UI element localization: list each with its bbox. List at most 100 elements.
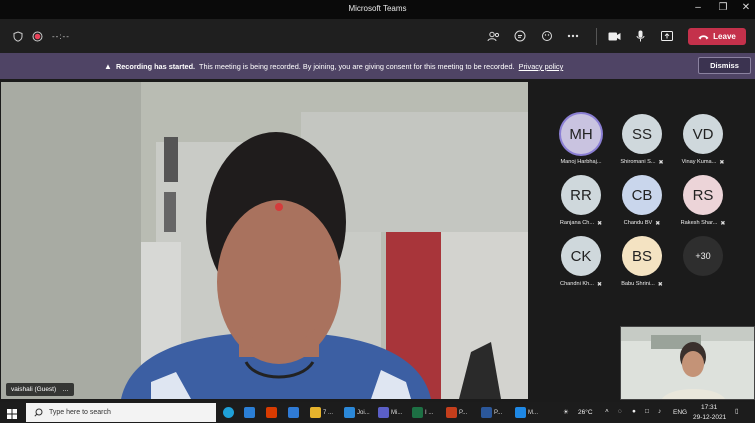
- microphone-icon[interactable]: [630, 19, 650, 53]
- meet-now-icon[interactable]: □: [645, 408, 649, 415]
- participant-label: Rakesh Shar... ✖: [673, 220, 733, 227]
- more-icon[interactable]: …: [62, 386, 69, 393]
- mic-muted-icon: ✖: [720, 221, 726, 227]
- app-label: P...: [459, 409, 468, 416]
- app-label: 7 ...: [323, 409, 334, 416]
- participants-icon[interactable]: [483, 19, 503, 53]
- participant-avatar: BS: [622, 236, 662, 276]
- self-view-video[interactable]: [620, 326, 755, 400]
- start-button[interactable]: [7, 407, 17, 420]
- taskbar-app-button[interactable]: 7 ...: [310, 406, 333, 419]
- leave-label: Leave: [713, 32, 736, 41]
- app-icon: [344, 407, 355, 418]
- participant-tile[interactable]: RR Ranjana Ch... ✖: [551, 175, 611, 227]
- participant-name: Ranjana Ch...: [559, 220, 595, 226]
- taskbar-app-button[interactable]: P...: [446, 406, 467, 419]
- volume-icon[interactable]: ♪: [658, 408, 661, 415]
- participant-name: Vinay Kuma...: [681, 159, 717, 165]
- share-screen-icon[interactable]: [657, 19, 677, 53]
- banner-text: This meeting is being recorded. By joini…: [199, 62, 515, 71]
- app-icon: [446, 407, 457, 418]
- windows-taskbar: Type here to search 7 ... Joi... Mi... I ..…: [0, 402, 755, 423]
- weather-temp[interactable]: 26°C: [578, 409, 593, 416]
- participant-name: Chandni Kh...: [560, 281, 594, 287]
- mail-icon[interactable]: [244, 406, 255, 419]
- store-icon[interactable]: [288, 406, 299, 419]
- warning-icon: ▲: [104, 62, 112, 71]
- chevron-up-icon[interactable]: ˄: [605, 408, 609, 415]
- edge-icon[interactable]: [223, 406, 234, 419]
- chat-icon[interactable]: [510, 19, 530, 53]
- taskbar-app-button[interactable]: I ...: [412, 406, 433, 419]
- toolbar-divider: [596, 28, 597, 45]
- participant-label: Chandni Kh... ✖: [551, 281, 611, 288]
- app-icon: [412, 407, 423, 418]
- participant-avatar: MH: [561, 114, 601, 154]
- participant-name: Shiromani S...: [620, 159, 656, 165]
- app-label: I ...: [425, 409, 434, 416]
- participant-label: Vinay Kuma... ✖: [673, 159, 733, 166]
- more-options-icon[interactable]: [563, 19, 583, 53]
- shield-icon: [8, 19, 28, 53]
- mic-muted-icon: ✖: [658, 160, 664, 166]
- app-label: Joi...: [357, 409, 370, 416]
- clock-date[interactable]: 29-12-2021: [693, 414, 726, 421]
- search-icon: [34, 408, 43, 417]
- participant-name: Chandu BV: [623, 220, 653, 226]
- participant-tile[interactable]: RS Rakesh Shar... ✖: [673, 175, 733, 227]
- maximize-icon[interactable]: ❐: [715, 2, 731, 13]
- app-label: Mi...: [391, 409, 403, 416]
- participant-name-tag: vaishali (Guest) …: [6, 383, 74, 396]
- app-icon: [378, 407, 389, 418]
- close-window-icon[interactable]: ✕: [738, 2, 754, 13]
- participant-tile[interactable]: SS Shiromani S... ✖: [612, 114, 672, 166]
- privacy-policy-link[interactable]: Privacy policy: [519, 62, 564, 71]
- search-placeholder: Type here to search: [49, 409, 111, 416]
- participant-name: vaishali (Guest): [11, 386, 57, 393]
- clock-time[interactable]: 17:31: [701, 404, 717, 411]
- microphone-tray-icon[interactable]: ●: [632, 408, 636, 415]
- taskbar-search[interactable]: Type here to search: [26, 403, 216, 422]
- language-indicator[interactable]: ENG: [673, 409, 687, 416]
- notification-icon[interactable]: ▯: [735, 407, 739, 415]
- meeting-toolbar: --:-- Leave: [0, 19, 755, 53]
- overflow-count: +30: [683, 236, 723, 276]
- participant-name: Babu Shrini...: [621, 281, 655, 287]
- banner-message: ▲ Recording has started. This meeting is…: [104, 62, 563, 71]
- app-icon: [515, 407, 526, 418]
- minimize-icon[interactable]: –: [690, 2, 706, 13]
- recording-banner: ▲ Recording has started. This meeting is…: [0, 53, 755, 79]
- participant-tile[interactable]: VD Vinay Kuma... ✖: [673, 114, 733, 166]
- camera-icon[interactable]: [604, 19, 624, 53]
- office-icon[interactable]: [266, 406, 277, 419]
- taskbar-app-button[interactable]: Mi...: [378, 406, 402, 419]
- app-icon: [310, 407, 321, 418]
- participant-tile[interactable]: CB Chandu BV ✖: [612, 175, 672, 227]
- reactions-icon[interactable]: [537, 19, 557, 53]
- participant-avatar: SS: [622, 114, 662, 154]
- participant-label: Shiromani S... ✖: [612, 159, 672, 166]
- participant-name: Manoj Harbhaj...: [560, 159, 602, 165]
- mic-muted-icon: ✖: [657, 282, 663, 288]
- mic-muted-icon: ✖: [655, 221, 661, 227]
- participant-label: Manoj Harbhaj...: [551, 159, 611, 165]
- leave-button[interactable]: Leave: [688, 28, 746, 45]
- taskbar-app-button[interactable]: Joi...: [344, 406, 370, 419]
- taskbar-app-button[interactable]: P...: [481, 406, 502, 419]
- participant-tile[interactable]: BS Babu Shrini... ✖: [612, 236, 672, 288]
- network-icon[interactable]: ◌: [618, 408, 622, 415]
- mic-muted-icon: ✖: [719, 160, 725, 166]
- weather-icon[interactable]: ☀: [563, 408, 569, 416]
- participant-tile[interactable]: CK Chandni Kh... ✖: [551, 236, 611, 288]
- overflow-participants[interactable]: +30: [673, 236, 733, 276]
- main-video[interactable]: [1, 82, 528, 399]
- meeting-timer: --:--: [52, 32, 70, 41]
- dismiss-button[interactable]: Dismiss: [698, 57, 751, 74]
- mic-muted-icon: ✖: [596, 282, 602, 288]
- participant-avatar: CB: [622, 175, 662, 215]
- windows-logo-icon: [7, 408, 17, 419]
- participant-avatar: CK: [561, 236, 601, 276]
- participant-label: Babu Shrini... ✖: [612, 281, 672, 288]
- taskbar-app-button[interactable]: M...: [515, 406, 538, 419]
- participant-tile[interactable]: MH Manoj Harbhaj...: [551, 114, 611, 165]
